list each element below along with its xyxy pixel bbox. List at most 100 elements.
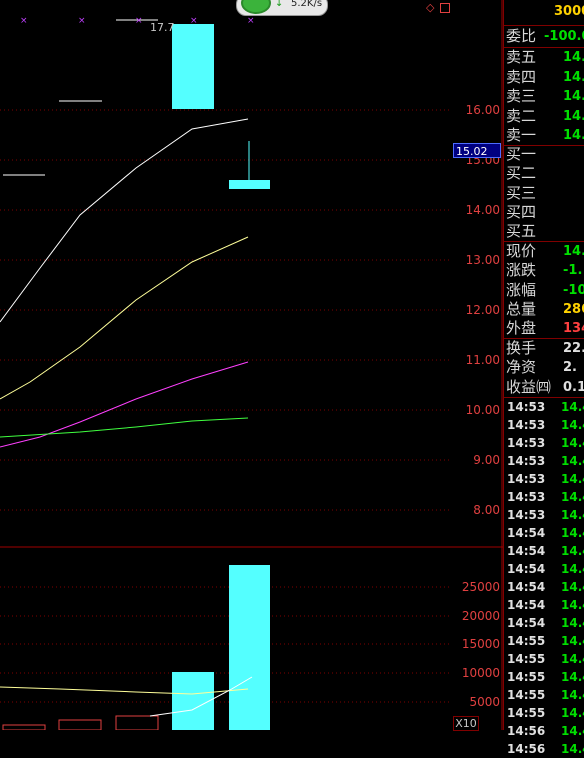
stat-row-value: 1349 [563, 321, 584, 337]
stat-row-label: 净资 [506, 358, 537, 377]
tick-price: 14.4 [561, 418, 584, 432]
stock-code: 3000 [554, 4, 584, 19]
signal-marker: × [135, 16, 143, 26]
ask-row-value: 14. [563, 108, 584, 124]
tick-price: 14.4 [561, 508, 584, 522]
ask-row-label: 卖四 [506, 67, 537, 86]
diamond-icon[interactable]: ◇ [426, 1, 434, 15]
tick-time: 14:54 [507, 562, 546, 576]
ma-line-green [0, 417, 249, 438]
signal-marker: × [20, 16, 28, 26]
price-axis-tick: 10.00 [466, 403, 500, 417]
ask-row-label: 卖一 [506, 126, 537, 145]
tick-time: 14:55 [507, 688, 546, 702]
volume-unit-label[interactable]: X10 [453, 716, 479, 731]
volume-axis-tick: 10000 [462, 666, 500, 680]
ma-line-yellow [0, 236, 249, 400]
tick-time: 14:56 [507, 742, 546, 756]
tick-time: 14:54 [507, 544, 546, 558]
tick-time: 14:55 [507, 670, 546, 684]
candle-down[interactable] [172, 24, 214, 109]
price-axis-tick: 16.00 [466, 103, 500, 117]
ask-row-label: 卖五 [506, 48, 537, 66]
stat-row-value: -1. [563, 263, 583, 279]
stat-row-value: 2. [563, 360, 577, 376]
volume-axis-tick: 15000 [462, 637, 500, 651]
tick-time: 14:53 [507, 418, 546, 432]
quote-panel: 3000 委比 -100.00 卖五 14. 卖四 14. 卖三 14. 卖二 14. 卖一 14… [503, 0, 584, 756]
tick-price: 14.4 [561, 706, 584, 720]
tick-price: 14.4 [561, 526, 584, 540]
stat-row-label: 涨跌 [506, 261, 537, 280]
tick-time: 14:54 [507, 598, 546, 612]
tick-price: 14.4 [561, 544, 584, 558]
bid-row-label: 买四 [506, 202, 537, 221]
volume-axis-tick: 5000 [469, 695, 500, 709]
current-price-marker: 15.02 [453, 143, 501, 158]
bid-row-label: 买一 [506, 145, 537, 163]
ma-line-white [0, 118, 249, 323]
wei-bi-value: -100.00 [544, 29, 584, 44]
tick-price: 14.4 [561, 436, 584, 450]
ask-row-value: 14. [563, 69, 584, 85]
volume-bar-empty[interactable] [2, 724, 46, 730]
tick-price: 14.4 [561, 652, 584, 666]
tick-time: 14:54 [507, 526, 546, 540]
tick-price: 14.4 [561, 688, 584, 702]
tick-time: 14:53 [507, 472, 546, 486]
tick-price: 14.4 [561, 670, 584, 684]
price-axis-tick: 9.00 [473, 453, 500, 467]
stat-row-label: 总量 [506, 299, 537, 318]
download-arrow-icon: ↓ [275, 0, 284, 9]
ask-row-value: 14. [563, 128, 584, 144]
price-axis-tick: 13.00 [466, 253, 500, 267]
bid-row-label: 买二 [506, 164, 537, 183]
tick-price: 14.4 [561, 634, 584, 648]
volume-bar-empty[interactable] [58, 719, 102, 730]
ask-row-label: 卖三 [506, 87, 537, 106]
tick-price: 14.4 [561, 598, 584, 612]
volume-bar[interactable] [172, 672, 214, 730]
tick-price: 14.4 [561, 472, 584, 486]
stat-row-label: 涨幅 [506, 280, 537, 299]
price-axis-tick: 12.00 [466, 303, 500, 317]
stat-row-value: 0.1 [563, 379, 584, 395]
tick-time: 14:55 [507, 634, 546, 648]
stat-row-label: 外盘 [506, 319, 537, 338]
tick-time: 14:53 [507, 454, 546, 468]
tick-time: 14:53 [507, 400, 546, 414]
signal-marker: × [190, 16, 198, 26]
stat-row-value: 22.29 [563, 341, 584, 356]
stat-row-label: 收益㈣ [506, 377, 552, 396]
tick-time: 14:53 [507, 490, 546, 504]
ask-row-value: 14. [563, 50, 584, 65]
tick-price: 14.4 [561, 490, 584, 504]
stat-row-value: -10.00 [563, 282, 584, 298]
tick-time: 14:55 [507, 652, 546, 666]
tick-price: 14.4 [561, 562, 584, 576]
tick-price: 14.4 [561, 724, 584, 738]
tick-price: 14.4 [561, 580, 584, 594]
volume-bar-empty[interactable] [115, 715, 159, 730]
network-speed-widget[interactable]: ↓ 5.2K/s [236, 0, 328, 16]
tick-price: 14.4 [561, 616, 584, 630]
stat-row-value: 14. [563, 244, 584, 259]
tick-time: 14:53 [507, 508, 546, 522]
price-axis-tick: 11.00 [466, 353, 500, 367]
wei-bi-label: 委比 [506, 27, 537, 45]
network-speed: 5.2K/s [291, 0, 323, 9]
volume-bar[interactable] [229, 565, 270, 730]
kline-chart[interactable]: 16.0015.0014.0013.0012.0011.0010.009.008… [0, 0, 503, 730]
bid-row-label: 买五 [506, 222, 537, 241]
tick-price: 14.4 [561, 742, 584, 756]
signal-marker: × [247, 16, 255, 26]
volume-axis-tick: 20000 [462, 609, 500, 623]
tick-price: 14.4 [561, 454, 584, 468]
tick-time: 14:53 [507, 436, 546, 450]
stat-row-value: 2869 [563, 301, 584, 317]
tick-time: 14:56 [507, 724, 546, 738]
candle-down[interactable] [229, 180, 270, 189]
stat-row-label: 换手 [506, 339, 537, 357]
network-status-icon [241, 0, 271, 14]
square-icon[interactable] [440, 3, 450, 13]
